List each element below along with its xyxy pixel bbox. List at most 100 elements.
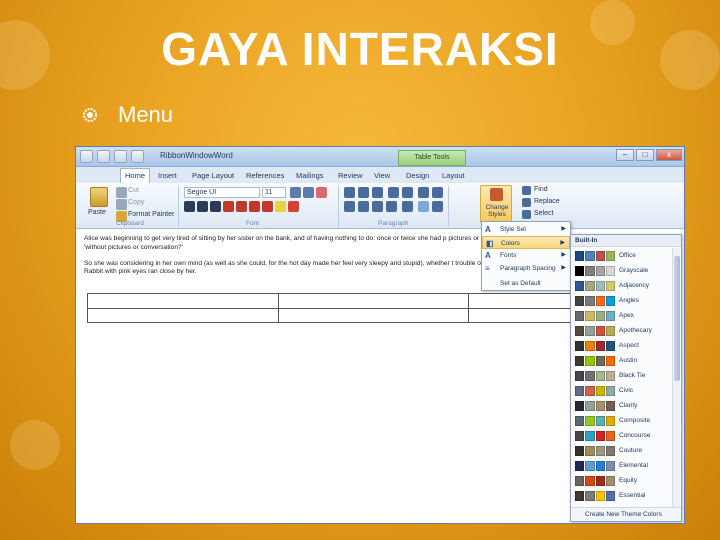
color-swatch-strip [575,281,615,291]
bullets-icon[interactable] [344,187,355,198]
theme-color-option[interactable]: Black Tie [575,369,671,383]
find-icon[interactable] [522,186,531,195]
decrease-indent-icon[interactable] [388,187,399,198]
color-swatch [595,341,605,351]
line-spacing-icon[interactable] [402,201,413,212]
justify-icon[interactable] [386,201,397,212]
menu-item-set-as-default[interactable]: Set as Default [482,277,570,290]
increase-indent-icon[interactable] [402,187,413,198]
cut-button[interactable]: Cut [128,187,139,194]
italic-icon[interactable] [197,201,208,212]
tab-mailings[interactable]: Mailings [296,169,324,182]
theme-color-option[interactable]: Adjacency [575,279,671,293]
align-left-icon[interactable] [344,201,355,212]
save-icon[interactable] [97,150,110,163]
redo-icon[interactable] [131,150,144,163]
color-swatch [605,476,615,486]
clear-format-icon[interactable] [316,187,327,198]
theme-color-option[interactable]: Clarity [575,399,671,413]
tab-design[interactable]: Design [406,169,429,182]
find-button[interactable]: Find [534,186,548,193]
minimize-button[interactable]: – [616,149,634,161]
color-swatch [575,476,585,486]
tab-insert[interactable]: Insert [158,169,177,182]
theme-color-option[interactable]: Angles [575,294,671,308]
colors-icon: ◧ [486,239,494,248]
theme-color-option[interactable]: Apex [575,309,671,323]
menu-item-fonts[interactable]: A Fonts ▶ [482,249,570,262]
highlight-icon[interactable] [275,201,286,212]
theme-color-option[interactable]: Apothecary [575,324,671,338]
strikethrough-icon[interactable] [223,201,234,212]
change-case-icon[interactable] [262,201,273,212]
theme-color-option[interactable]: Austin [575,354,671,368]
theme-color-name: Office [619,252,636,259]
borders-icon[interactable] [432,201,443,212]
theme-color-option[interactable]: Grayscale [575,264,671,278]
shading-icon[interactable] [418,201,429,212]
align-center-icon[interactable] [358,201,369,212]
paste-icon[interactable] [90,187,108,207]
format-painter-button[interactable]: Format Painter [128,211,174,218]
app-menu-icon[interactable] [80,150,93,163]
replace-button[interactable]: Replace [534,198,560,205]
sort-icon[interactable] [418,187,429,198]
theme-color-option[interactable]: Equity [575,474,671,488]
menu-item-colors[interactable]: ◧ Colors ▶ [482,236,570,249]
menu-item-style-set[interactable]: A Style Set ▶ [482,223,570,236]
theme-color-option[interactable]: Composite [575,414,671,428]
underline-icon[interactable] [210,201,221,212]
font-color-icon[interactable] [288,201,299,212]
table-column-divider [468,294,469,322]
theme-color-option[interactable]: Aspect [575,339,671,353]
color-swatch [605,416,615,426]
replace-icon[interactable] [522,198,531,207]
theme-color-option[interactable]: Civic [575,384,671,398]
multilevel-list-icon[interactable] [372,187,383,198]
menu-item-paragraph-spacing[interactable]: ≡ Paragraph Spacing ▶ [482,262,570,275]
theme-color-option[interactable]: Essential [575,489,671,503]
font-name-combo[interactable]: Segoe UI [184,187,260,198]
theme-color-option[interactable]: Concourse [575,429,671,443]
tab-review[interactable]: Review [338,169,363,182]
tab-page-layout[interactable]: Page Layout [192,169,234,182]
theme-color-name: Essential [619,492,646,499]
show-marks-icon[interactable] [432,187,443,198]
colors-scrollbar[interactable] [672,248,680,508]
color-swatch [605,371,615,381]
undo-icon[interactable] [114,150,127,163]
create-new-theme-colors-button[interactable]: Create New Theme Colors [571,507,681,521]
color-swatch [605,431,615,441]
cut-icon[interactable] [116,187,127,198]
tab-home[interactable]: Home [120,168,151,183]
maximize-button[interactable]: □ [636,149,654,161]
select-icon[interactable] [522,210,531,219]
tab-layout[interactable]: Layout [442,169,465,182]
theme-color-option[interactable]: Office [575,249,671,263]
align-right-icon[interactable] [372,201,383,212]
copy-button[interactable]: Copy [128,199,144,206]
theme-color-option[interactable]: Elemental [575,459,671,473]
scrollbar-thumb[interactable] [674,256,680,381]
grow-font-icon[interactable] [290,187,301,198]
font-size-combo[interactable]: 11 [262,187,286,198]
theme-color-option[interactable]: Couture [575,444,671,458]
theme-color-name: Civic [619,387,634,394]
shrink-font-icon[interactable] [303,187,314,198]
subscript-icon[interactable] [236,201,247,212]
superscript-icon[interactable] [249,201,260,212]
numbering-icon[interactable] [358,187,369,198]
color-swatch [595,356,605,366]
menu-item-label: Paragraph Spacing [500,265,556,272]
paste-button[interactable]: Paste [88,209,106,216]
document-table[interactable] [87,293,607,323]
tab-references[interactable]: References [246,169,284,182]
copy-icon[interactable] [116,199,127,210]
group-label-clipboard: Clipboard [116,220,144,227]
tab-view[interactable]: View [374,169,390,182]
bold-icon[interactable] [184,201,195,212]
close-button[interactable]: x [656,149,682,161]
color-swatch [595,491,605,501]
quick-access-toolbar [80,150,144,163]
select-button[interactable]: Select [534,210,553,217]
